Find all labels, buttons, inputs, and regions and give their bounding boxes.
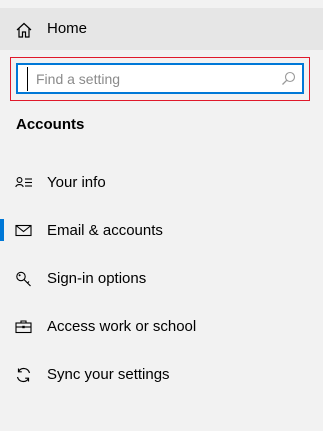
nav-item-email-accounts[interactable]: Email & accounts — [0, 209, 323, 253]
mail-icon — [15, 224, 32, 237]
section-title: Accounts — [16, 116, 85, 133]
nav-item-sync-settings[interactable]: Sync your settings — [0, 353, 323, 397]
nav-item-sign-in-options[interactable]: Sign-in options — [0, 257, 323, 301]
nav-item-access-work-school[interactable]: Access work or school — [0, 305, 323, 349]
key-icon — [16, 271, 31, 287]
home-icon — [16, 22, 32, 38]
nav-label: Email & accounts — [47, 222, 163, 239]
briefcase-icon — [15, 320, 32, 334]
person-icon — [15, 177, 32, 188]
search-box[interactable] — [16, 63, 304, 94]
search-input[interactable] — [27, 66, 277, 91]
sync-icon — [16, 367, 31, 383]
nav-item-your-info[interactable]: Your info — [0, 161, 323, 205]
search-icon[interactable] — [281, 71, 296, 86]
nav-label: Sign-in options — [47, 270, 147, 287]
home-label: Home — [47, 20, 88, 37]
home-button[interactable]: Home — [0, 8, 323, 50]
settings-nav-pane: Home Accounts Your info Email & accounts — [0, 0, 323, 431]
selection-indicator — [0, 219, 4, 241]
nav-label: Sync your settings — [47, 366, 170, 383]
nav-label: Your info — [47, 174, 106, 191]
nav-label: Access work or school — [47, 318, 197, 335]
